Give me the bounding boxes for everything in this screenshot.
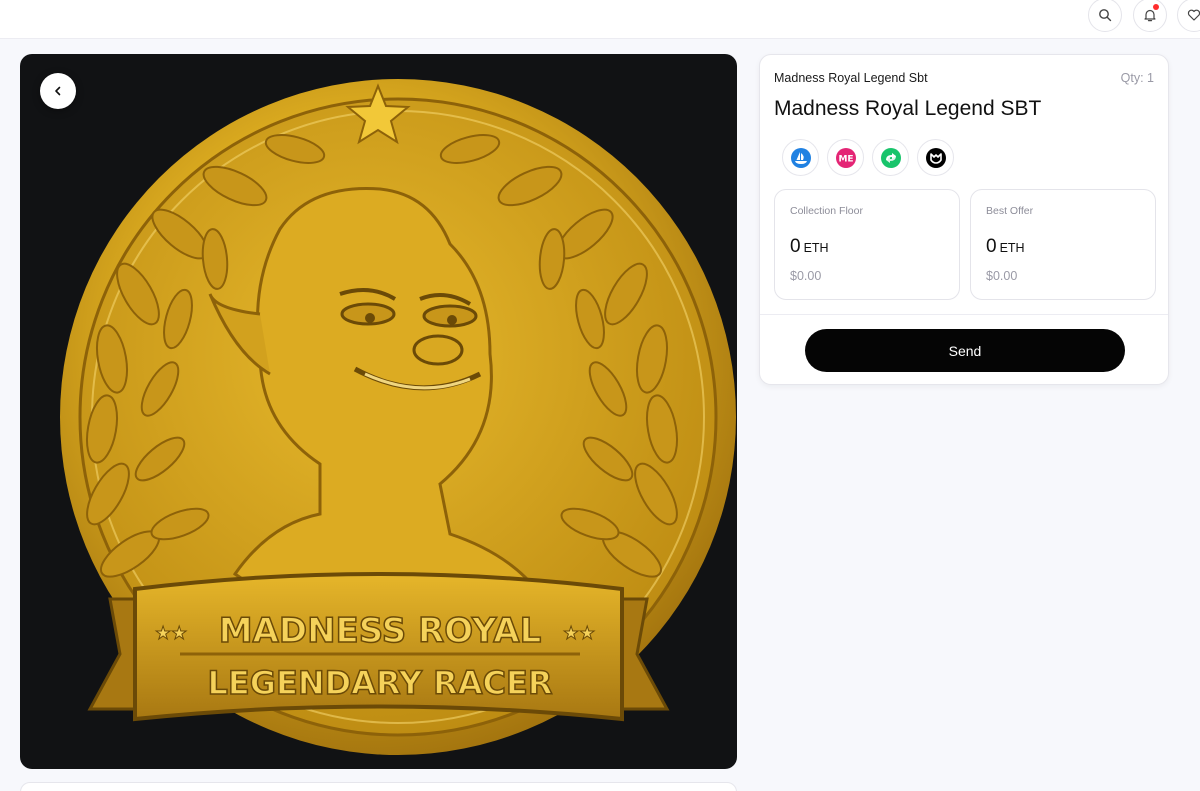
heart-icon (1187, 9, 1200, 21)
nft-image: MADNESS ROYAL LEGENDARY RACER ★★ ★★ (60, 79, 736, 755)
rarible-link[interactable] (872, 139, 909, 176)
notification-dot (1153, 4, 1159, 10)
best-offer-usd: $0.00 (986, 269, 1018, 283)
collection-floor-label: Collection Floor (790, 205, 863, 217)
best-offer-value: 0 ETH (986, 236, 1025, 257)
svg-text:★★: ★★ (155, 623, 187, 644)
item-title: Madness Royal Legend SBT (774, 97, 1042, 120)
collection-floor-value: 0 ETH (790, 236, 829, 257)
coin-text-top: MADNESS ROYAL (219, 611, 542, 651)
back-button[interactable] (40, 73, 76, 109)
top-bar (0, 0, 1200, 39)
marketplace-links: ME (782, 139, 954, 176)
okx-link[interactable] (917, 139, 954, 176)
collection-floor-usd: $0.00 (790, 269, 822, 283)
best-offer-box: Best Offer 0 ETH $0.00 (970, 189, 1156, 300)
search-icon (1099, 9, 1112, 22)
nft-media: MADNESS ROYAL LEGENDARY RACER ★★ ★★ (20, 54, 737, 769)
send-button[interactable]: Send (805, 329, 1125, 372)
collection-name[interactable]: Madness Royal Legend Sbt (774, 71, 928, 85)
divider (760, 314, 1168, 315)
coin-text-bottom: LEGENDARY RACER (207, 664, 552, 702)
magic-eden-link[interactable]: ME (827, 139, 864, 176)
opensea-icon (790, 147, 811, 168)
rarible-icon (880, 147, 901, 168)
collection-floor-box: Collection Floor 0 ETH $0.00 (774, 189, 960, 300)
svg-text:★★: ★★ (563, 623, 595, 644)
details-card (20, 782, 737, 791)
quantity-label: Qty: 1 (1120, 71, 1154, 85)
okx-icon (925, 147, 946, 168)
best-offer-label: Best Offer (986, 205, 1034, 217)
bell-icon (1144, 9, 1156, 22)
opensea-link[interactable] (782, 139, 819, 176)
favorites-button[interactable] (1177, 0, 1200, 32)
item-info-card: Madness Royal Legend Sbt Qty: 1 Madness … (759, 54, 1169, 385)
notifications-button[interactable] (1133, 0, 1167, 32)
search-button[interactable] (1088, 0, 1122, 32)
chevron-left-icon (55, 86, 61, 96)
magic-eden-icon: ME (835, 147, 856, 168)
svg-text:ME: ME (838, 154, 853, 164)
